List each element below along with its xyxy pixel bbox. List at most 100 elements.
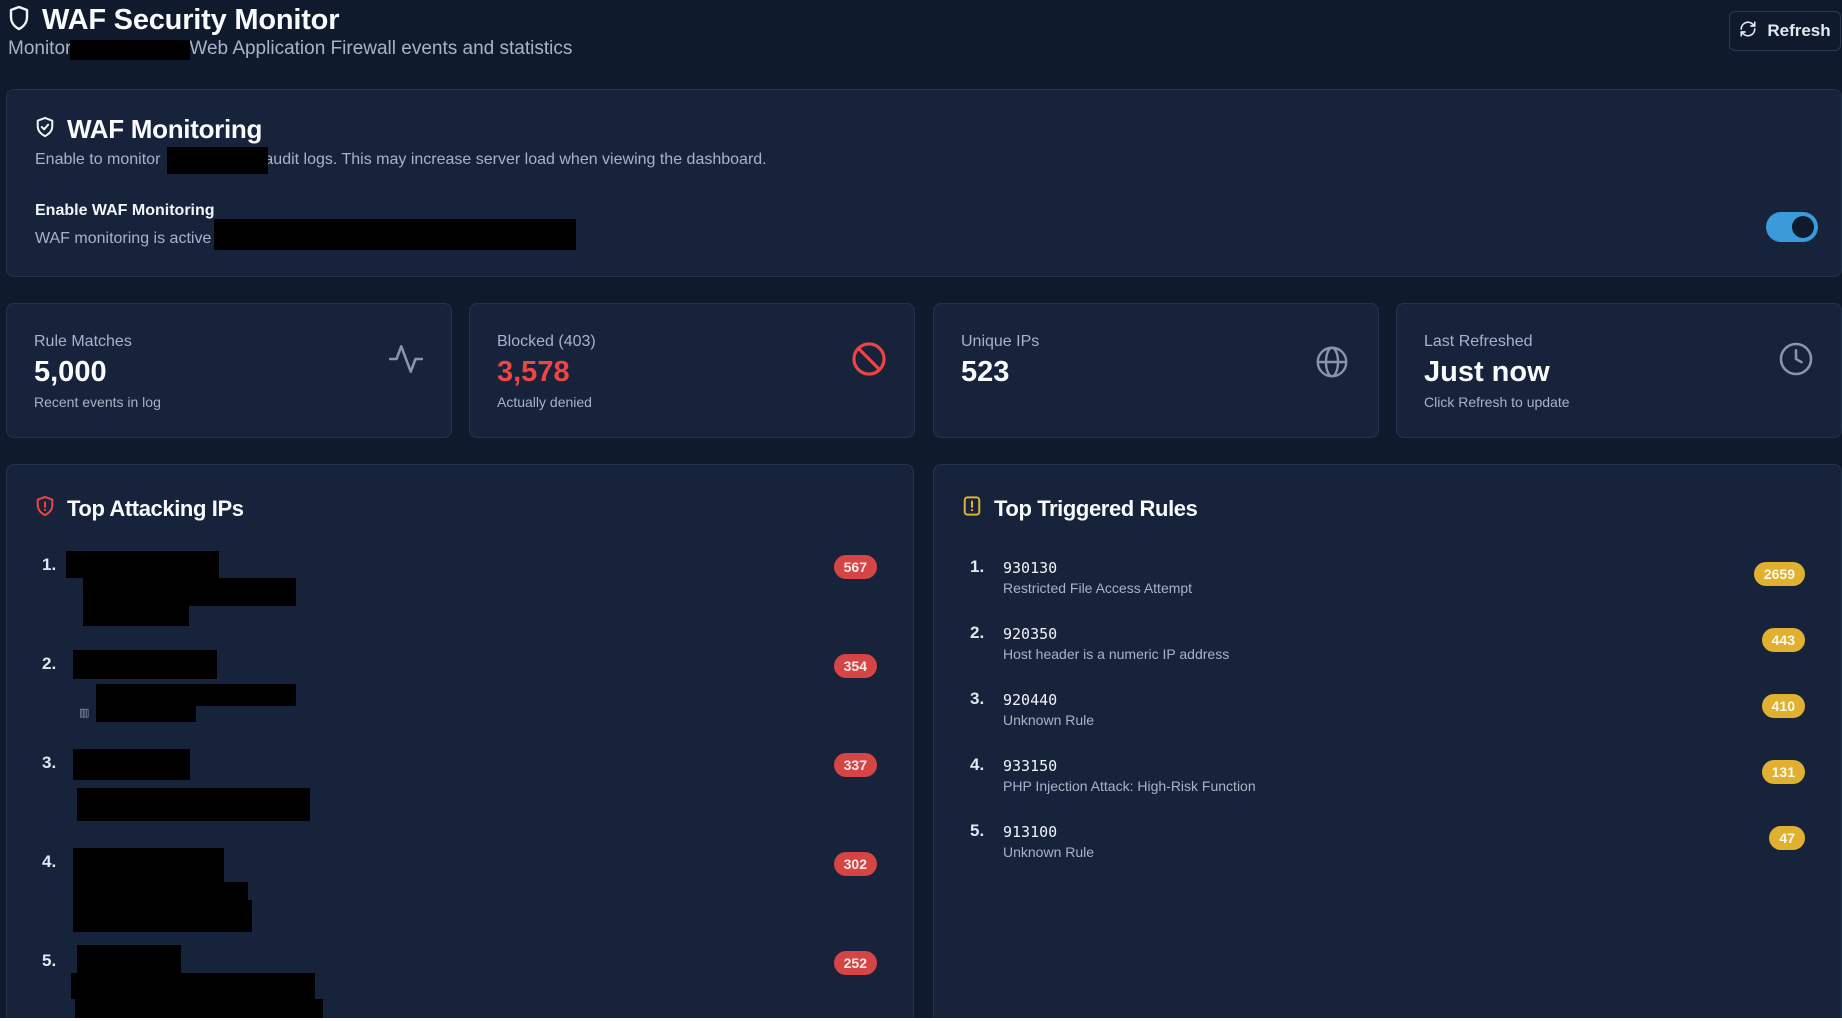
list-item[interactable]: 2. ▥ 354 [7, 650, 913, 734]
redaction [73, 650, 217, 679]
page-header: WAF Security Monitor Monitor Web Applicat… [0, 0, 1842, 80]
count-badge: 131 [1761, 760, 1805, 784]
rules-title-row: Top Triggered Rules [962, 495, 1198, 522]
rule-id: 933150 [1003, 757, 1058, 775]
shield-icon [8, 5, 30, 36]
redaction [96, 684, 296, 706]
monitoring-toggle[interactable] [1766, 212, 1818, 242]
stat-label: Blocked (403) [497, 333, 596, 350]
redaction [77, 788, 310, 821]
stat-value: 5,000 [34, 356, 107, 388]
desc-end: audit logs. This may increase server loa… [264, 151, 767, 168]
stat-card-rule-matches: Rule Matches 5,000 Recent events in log [6, 303, 452, 438]
list-item[interactable]: 3. 920440 Unknown Rule 410 [934, 689, 1841, 747]
top-triggered-rules-card: Top Triggered Rules 1. 930130 Restricted… [933, 464, 1842, 1018]
stat-subtext: Click Refresh to update [1424, 394, 1570, 410]
refresh-button[interactable]: Refresh [1729, 11, 1841, 51]
rule-id: 930130 [1003, 559, 1058, 577]
toggle-knob [1792, 216, 1814, 238]
building-icon: ▥ [79, 707, 90, 719]
count-badge: 443 [1761, 628, 1805, 652]
rank: 3. [970, 689, 985, 708]
count-badge: 337 [833, 753, 877, 777]
redaction [96, 706, 196, 722]
stat-label: Rule Matches [34, 333, 132, 350]
rank: 2. [970, 623, 985, 642]
list-item[interactable]: 2. 920350 Host header is a numeric IP ad… [934, 623, 1841, 681]
count-badge: 302 [833, 852, 877, 876]
refresh-label: Refresh [1767, 21, 1831, 40]
desc-start: Enable to monitor [35, 151, 161, 168]
monitoring-description: Enable to monitor audit logs. This may in… [35, 151, 767, 169]
stat-value: 523 [961, 356, 1010, 388]
rank: 5. [42, 951, 57, 970]
rules-title: Top Triggered Rules [994, 495, 1198, 521]
rule-description: Unknown Rule [1003, 844, 1095, 860]
redaction [83, 578, 296, 606]
rule-id: 920440 [1003, 691, 1058, 709]
rule-id: 920350 [1003, 625, 1058, 643]
rank: 5. [970, 821, 985, 840]
ips-title: Top Attacking IPs [67, 495, 244, 521]
count-badge: 252 [833, 951, 877, 975]
waf-monitoring-card: WAF Monitoring Enable to monitor audit lo… [6, 89, 1842, 277]
alert-icon [962, 495, 982, 522]
redaction [167, 147, 268, 174]
count-badge: 410 [1761, 694, 1805, 718]
count-badge: 567 [833, 555, 877, 579]
top-attacking-ips-card: Top Attacking IPs 1. 567 2. ▥ 354 3. 337 [6, 464, 914, 1018]
rule-description: Host header is a numeric IP address [1003, 646, 1230, 662]
list-item[interactable]: 4. 302 [7, 848, 913, 932]
redaction [83, 606, 189, 626]
rank: 1. [970, 557, 985, 576]
stat-label: Unique IPs [961, 333, 1040, 350]
stat-label: Last Refreshed [1424, 333, 1533, 350]
rule-description: Unknown Rule [1003, 712, 1095, 728]
stat-value: Just now [1424, 356, 1550, 388]
count-badge: 47 [1769, 826, 1805, 850]
monitoring-title: WAF Monitoring [67, 114, 263, 144]
redaction [73, 848, 224, 882]
redaction [75, 999, 323, 1018]
ban-icon [850, 340, 888, 378]
redaction [214, 219, 576, 250]
list-item[interactable]: 3. 337 [7, 749, 913, 833]
list-item[interactable]: 1. 567 [7, 551, 913, 635]
rank: 3. [42, 753, 57, 772]
activity-icon [387, 340, 425, 378]
stat-subtext: Actually denied [497, 394, 592, 410]
rank: 4. [42, 852, 57, 871]
page-title: WAF Security Monitor [42, 4, 340, 36]
redaction [73, 882, 248, 900]
title-row: WAF Security Monitor [8, 4, 339, 37]
globe-icon [1314, 344, 1352, 382]
redaction [73, 900, 252, 932]
clock-icon [1777, 340, 1815, 378]
ips-title-row: Top Attacking IPs [35, 495, 244, 522]
redaction [77, 945, 181, 973]
list-item[interactable]: 5. 913100 Unknown Rule 47 [934, 821, 1841, 879]
stat-card-blocked: Blocked (403) 3,578 Actually denied [469, 303, 915, 438]
stat-card-last-refreshed: Last Refreshed Just now Click Refresh to… [1396, 303, 1842, 438]
waf-dashboard: WAF Security Monitor Monitor Web Applicat… [0, 0, 1842, 1018]
monitoring-title-row: WAF Monitoring [35, 114, 262, 145]
list-item[interactable]: 1. 930130 Restricted File Access Attempt… [934, 557, 1841, 615]
subtitle-start: Monitor [8, 38, 72, 59]
subtitle-end: Web Application Firewall events and stat… [189, 38, 573, 59]
redaction [66, 551, 219, 578]
redaction [73, 749, 190, 780]
setting-label: Enable WAF Monitoring [35, 202, 215, 219]
redaction [70, 40, 190, 60]
stat-subtext: Recent events in log [34, 394, 161, 410]
rule-description: Restricted File Access Attempt [1003, 580, 1193, 596]
refresh-icon [1739, 20, 1757, 43]
shield-alert-icon [35, 495, 55, 522]
list-item[interactable]: 5. 252 [7, 945, 913, 1018]
rule-id: 913100 [1003, 823, 1058, 841]
rank: 1. [42, 555, 57, 574]
stat-value: 3,578 [497, 356, 570, 388]
rank: 4. [970, 755, 985, 774]
list-item[interactable]: 4. 933150 PHP Injection Attack: High-Ris… [934, 755, 1841, 813]
count-badge: 2659 [1753, 562, 1805, 586]
rule-description: PHP Injection Attack: High-Risk Function [1003, 778, 1256, 794]
